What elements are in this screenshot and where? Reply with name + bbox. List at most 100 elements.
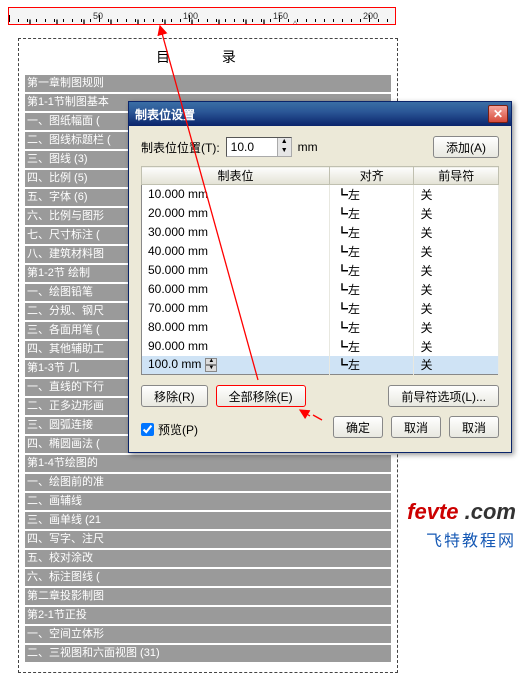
- tabstop-cell[interactable]: 90.000 mm: [142, 337, 330, 356]
- document-line: 第一章制图规则: [25, 75, 391, 92]
- tabstop-marker-icon[interactable]: L: [245, 18, 251, 25]
- align-cell[interactable]: ┗左: [330, 223, 414, 242]
- tabstop-marker-icon[interactable]: L: [29, 18, 35, 25]
- position-label: 制表位位置(T):: [141, 139, 220, 156]
- close-icon: ✕: [493, 107, 503, 121]
- table-row[interactable]: 60.000 mm┗左关: [142, 280, 499, 299]
- spinner-down-icon[interactable]: ▼: [277, 147, 291, 156]
- indent-marker-icon[interactable]: △: [292, 18, 299, 25]
- document-line: 二、三视图和六面视图 (31): [25, 645, 391, 662]
- table-row[interactable]: 50.000 mm┗左关: [142, 261, 499, 280]
- ruler-label: 50: [93, 11, 103, 21]
- document-line: 四、写字、注尺: [25, 531, 391, 548]
- table-row[interactable]: 100.0 mm▲▼┗左关: [142, 356, 499, 375]
- table-row[interactable]: 30.000 mm┗左关: [142, 223, 499, 242]
- table-row[interactable]: 90.000 mm┗左关: [142, 337, 499, 356]
- col-align[interactable]: 对齐: [330, 167, 414, 185]
- tabstop-cell[interactable]: 80.000 mm: [142, 318, 330, 337]
- tabstop-cell[interactable]: 70.000 mm: [142, 299, 330, 318]
- document-line: 第2-1节正投: [25, 607, 391, 624]
- tabstop-marker-icon[interactable]: L: [164, 18, 170, 25]
- col-tabstop[interactable]: 制表位: [142, 167, 330, 185]
- dialog-titlebar[interactable]: 制表位设置 ✕: [129, 102, 511, 126]
- align-cell[interactable]: ┗左: [330, 261, 414, 280]
- align-cell[interactable]: ┗左: [330, 185, 414, 204]
- leader-cell[interactable]: 关: [414, 261, 499, 280]
- ruler-label: 150: [273, 11, 288, 21]
- tabstop-marker-icon[interactable]: L: [56, 18, 62, 25]
- remove-button[interactable]: 移除(R): [141, 385, 208, 407]
- tabstop-cell[interactable]: 30.000 mm: [142, 223, 330, 242]
- cancel-button-2[interactable]: 取消: [449, 416, 499, 438]
- ruler-label: 200: [363, 11, 378, 21]
- watermark-brand: fevte: [407, 499, 458, 524]
- position-spinner[interactable]: ▲ ▼: [277, 138, 291, 156]
- align-cell[interactable]: ┗左: [330, 299, 414, 318]
- leader-cell[interactable]: 关: [414, 204, 499, 223]
- ok-button[interactable]: 确定: [333, 416, 383, 438]
- tabstop-marker-icon[interactable]: L: [218, 18, 224, 25]
- align-cell[interactable]: ┗左: [330, 318, 414, 337]
- table-row[interactable]: 80.000 mm┗左关: [142, 318, 499, 337]
- tabstop-marker-icon[interactable]: L: [263, 18, 269, 25]
- leader-cell[interactable]: 关: [414, 356, 499, 375]
- watermark: fevte .com 飞特教程网: [407, 499, 516, 551]
- align-cell[interactable]: ┗左: [330, 337, 414, 356]
- cell-spinner[interactable]: ▲▼: [205, 358, 217, 372]
- table-row[interactable]: 70.000 mm┗左关: [142, 299, 499, 318]
- unit-label: mm: [298, 140, 318, 154]
- preview-label: 预览(P): [158, 421, 198, 438]
- ruler[interactable]: 50100150200LLLLLLLLLL△: [9, 8, 395, 24]
- tabstop-marker-icon[interactable]: L: [191, 18, 197, 25]
- tab-stops-table[interactable]: 制表位 对齐 前导符 10.000 mm┗左关20.000 mm┗左关30.00…: [141, 166, 499, 375]
- position-input[interactable]: [227, 138, 277, 156]
- align-cell[interactable]: ┗左: [330, 356, 414, 375]
- spinner-down-icon[interactable]: ▼: [205, 365, 217, 372]
- leader-cell[interactable]: 关: [414, 185, 499, 204]
- spinner-up-icon[interactable]: ▲: [277, 138, 291, 147]
- document-title: 目 录: [25, 47, 391, 67]
- leader-cell[interactable]: 关: [414, 299, 499, 318]
- align-cell[interactable]: ┗左: [330, 242, 414, 261]
- dialog-title: 制表位设置: [135, 106, 195, 123]
- tabstop-cell[interactable]: 50.000 mm: [142, 261, 330, 280]
- tabstop-marker-icon[interactable]: L: [137, 18, 143, 25]
- position-field[interactable]: ▲ ▼: [226, 137, 292, 157]
- tabstop-cell[interactable]: 10.000 mm: [142, 185, 330, 204]
- leader-options-button[interactable]: 前导符选项(L)...: [388, 385, 499, 407]
- remove-all-button[interactable]: 全部移除(E): [216, 385, 306, 407]
- button-row: 移除(R) 全部移除(E) 前导符选项(L)...: [141, 385, 499, 407]
- leader-cell[interactable]: 关: [414, 337, 499, 356]
- document-line: 一、绘图前的准: [25, 474, 391, 491]
- leader-cell[interactable]: 关: [414, 280, 499, 299]
- align-cell[interactable]: ┗左: [330, 204, 414, 223]
- tabstop-cell[interactable]: 40.000 mm: [142, 242, 330, 261]
- tabstop-cell[interactable]: 60.000 mm: [142, 280, 330, 299]
- tabstop-cell[interactable]: 20.000 mm: [142, 204, 330, 223]
- document-line: 六、标注图线 (: [25, 569, 391, 586]
- leader-cell[interactable]: 关: [414, 223, 499, 242]
- add-button[interactable]: 添加(A): [433, 136, 499, 158]
- document-line: 第1-4节绘图的: [25, 455, 391, 472]
- watermark-subtitle: 飞特教程网: [407, 527, 516, 551]
- table-row[interactable]: 20.000 mm┗左关: [142, 204, 499, 223]
- position-row: 制表位位置(T): ▲ ▼ mm 添加(A): [141, 136, 499, 158]
- tabstop-marker-icon[interactable]: L: [110, 18, 116, 25]
- spinner-up-icon[interactable]: ▲: [205, 358, 217, 365]
- document-line: 五、校对涂改: [25, 550, 391, 567]
- col-leader[interactable]: 前导符: [414, 167, 499, 185]
- cancel-button-1[interactable]: 取消: [391, 416, 441, 438]
- close-button[interactable]: ✕: [488, 105, 508, 123]
- dialog-body: 制表位位置(T): ▲ ▼ mm 添加(A) 制表位 对齐 前导符 10.000: [129, 126, 511, 452]
- tabstop-cell[interactable]: 100.0 mm▲▼: [142, 356, 330, 375]
- preview-checkbox[interactable]: [141, 423, 154, 436]
- table-row[interactable]: 40.000 mm┗左关: [142, 242, 499, 261]
- tabstop-marker-icon[interactable]: L: [83, 18, 89, 25]
- tab-settings-dialog: 制表位设置 ✕ 制表位位置(T): ▲ ▼ mm 添加(A) 制表位 对齐: [128, 101, 512, 453]
- document-line: 二、画辅线: [25, 493, 391, 510]
- table-row[interactable]: 10.000 mm┗左关: [142, 185, 499, 204]
- ruler-container: 50100150200LLLLLLLLLL△: [8, 7, 396, 25]
- leader-cell[interactable]: 关: [414, 242, 499, 261]
- align-cell[interactable]: ┗左: [330, 280, 414, 299]
- leader-cell[interactable]: 关: [414, 318, 499, 337]
